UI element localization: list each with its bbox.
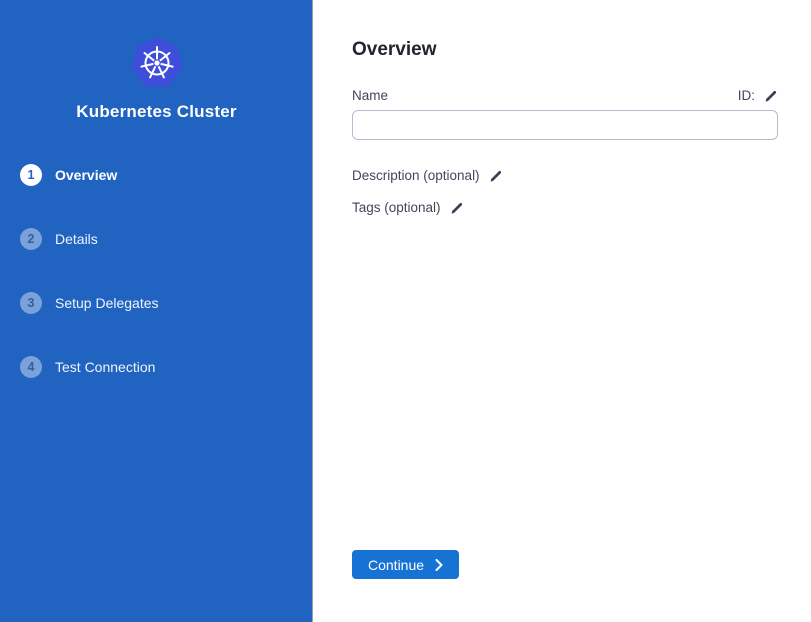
- description-field-header: Description (optional): [352, 168, 503, 183]
- step-label: Overview: [55, 167, 117, 183]
- tags-label: Tags (optional): [352, 200, 441, 215]
- id-edit-group: ID:: [738, 88, 778, 103]
- edit-tags-button[interactable]: [450, 201, 464, 215]
- logo-container: [0, 36, 313, 88]
- wizard-steps: 1 Overview 2 Details 3 Setup Delegates 4…: [20, 164, 302, 420]
- page-title: Overview: [352, 39, 437, 61]
- continue-label: Continue: [368, 557, 424, 573]
- step-label: Details: [55, 231, 98, 247]
- name-label: Name: [352, 88, 388, 103]
- pencil-icon: [489, 169, 503, 183]
- step-setup-delegates[interactable]: 3 Setup Delegates: [20, 292, 302, 314]
- pencil-icon: [764, 89, 778, 103]
- chevron-right-icon: [435, 559, 443, 571]
- step-overview[interactable]: 1 Overview: [20, 164, 302, 186]
- edit-description-button[interactable]: [489, 169, 503, 183]
- connector-type-title: Kubernetes Cluster: [0, 102, 313, 122]
- description-label: Description (optional): [352, 168, 480, 183]
- continue-button[interactable]: Continue: [352, 550, 459, 579]
- name-input[interactable]: [352, 110, 778, 140]
- pencil-icon: [450, 201, 464, 215]
- id-label: ID:: [738, 88, 755, 103]
- step-number-badge: 2: [20, 228, 42, 250]
- tags-field-header: Tags (optional): [352, 200, 464, 215]
- name-field-header: Name ID:: [352, 88, 778, 103]
- kubernetes-wheel-icon: [131, 36, 183, 88]
- step-test-connection[interactable]: 4 Test Connection: [20, 356, 302, 378]
- create-connector-wizard: Kubernetes Cluster 1 Overview 2 Details …: [0, 0, 811, 622]
- step-number-badge: 3: [20, 292, 42, 314]
- edit-id-button[interactable]: [764, 89, 778, 103]
- overview-panel: Overview Name ID: Description (optional): [314, 0, 811, 622]
- wizard-sidebar: Kubernetes Cluster 1 Overview 2 Details …: [0, 0, 313, 622]
- step-number-badge: 4: [20, 356, 42, 378]
- step-details[interactable]: 2 Details: [20, 228, 302, 250]
- step-label: Test Connection: [55, 359, 155, 375]
- step-number-badge: 1: [20, 164, 42, 186]
- step-label: Setup Delegates: [55, 295, 159, 311]
